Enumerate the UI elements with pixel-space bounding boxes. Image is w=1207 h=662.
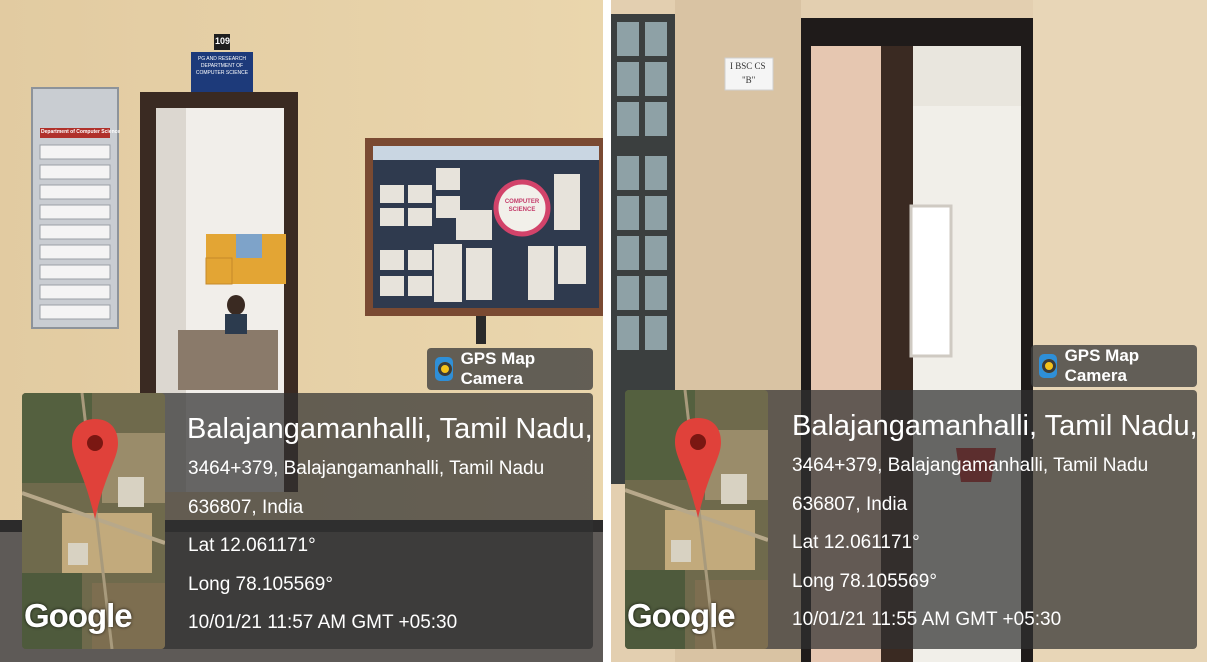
satellite-mini-map: Google	[625, 390, 768, 649]
location-pin-icon	[72, 419, 118, 519]
address-line-2: 636807, India	[188, 497, 304, 518]
gps-map-camera-icon	[1039, 354, 1057, 378]
photo-separator	[605, 0, 611, 662]
longitude: Long 78.105569°	[792, 571, 937, 592]
photo-left: GPS Map Camera Google Balajangamanhalli,…	[0, 0, 611, 662]
timestamp: 10/01/21 11:55 AM GMT +05:30	[792, 609, 1062, 630]
notice-title: Department of Computer Science	[41, 129, 121, 135]
door-sign: PG AND RESEARCH DEPARTMENT OF COMPUTER S…	[195, 56, 249, 76]
location-pin-icon	[675, 418, 721, 518]
room-number: 109	[215, 36, 231, 46]
google-map-logo: Google	[24, 597, 133, 634]
gps-map-camera-icon	[435, 357, 453, 381]
badge-label: GPS Map Camera	[1064, 346, 1140, 385]
satellite-mini-map: Google	[22, 393, 165, 649]
gps-map-camera-badge: GPS Map Camera	[427, 348, 593, 390]
address-line-1: 3464+379, Balajangamanhalli, Tamil Nadu	[792, 455, 1149, 476]
address-line-1: 3464+379, Balajangamanhalli, Tamil Nadu	[188, 458, 545, 479]
board-label: COMPUTER SCIENCE	[504, 199, 540, 213]
latitude: Lat 12.061171°	[792, 532, 920, 553]
photo-right: I BSC CS "B" GPS Map Camera Google Balaj…	[611, 0, 1207, 662]
address-line-2: 636807, India	[792, 494, 908, 515]
class-sign-line-2: "B"	[742, 75, 756, 85]
latitude: Lat 12.061171°	[188, 535, 316, 556]
timestamp: 10/01/21 11:57 AM GMT +05:30	[188, 612, 458, 633]
longitude: Long 78.105569°	[188, 574, 333, 595]
gps-map-camera-badge: GPS Map Camera	[1031, 345, 1197, 387]
place-name: Balajangamanhalli, Tamil Nadu, India	[187, 413, 611, 445]
google-map-logo: Google	[627, 597, 736, 634]
class-sign-line-1: I BSC CS	[730, 61, 766, 71]
place-name: Balajangamanhalli, Tamil Nadu, India	[792, 410, 1207, 442]
badge-label: GPS Map Camera	[460, 349, 536, 388]
